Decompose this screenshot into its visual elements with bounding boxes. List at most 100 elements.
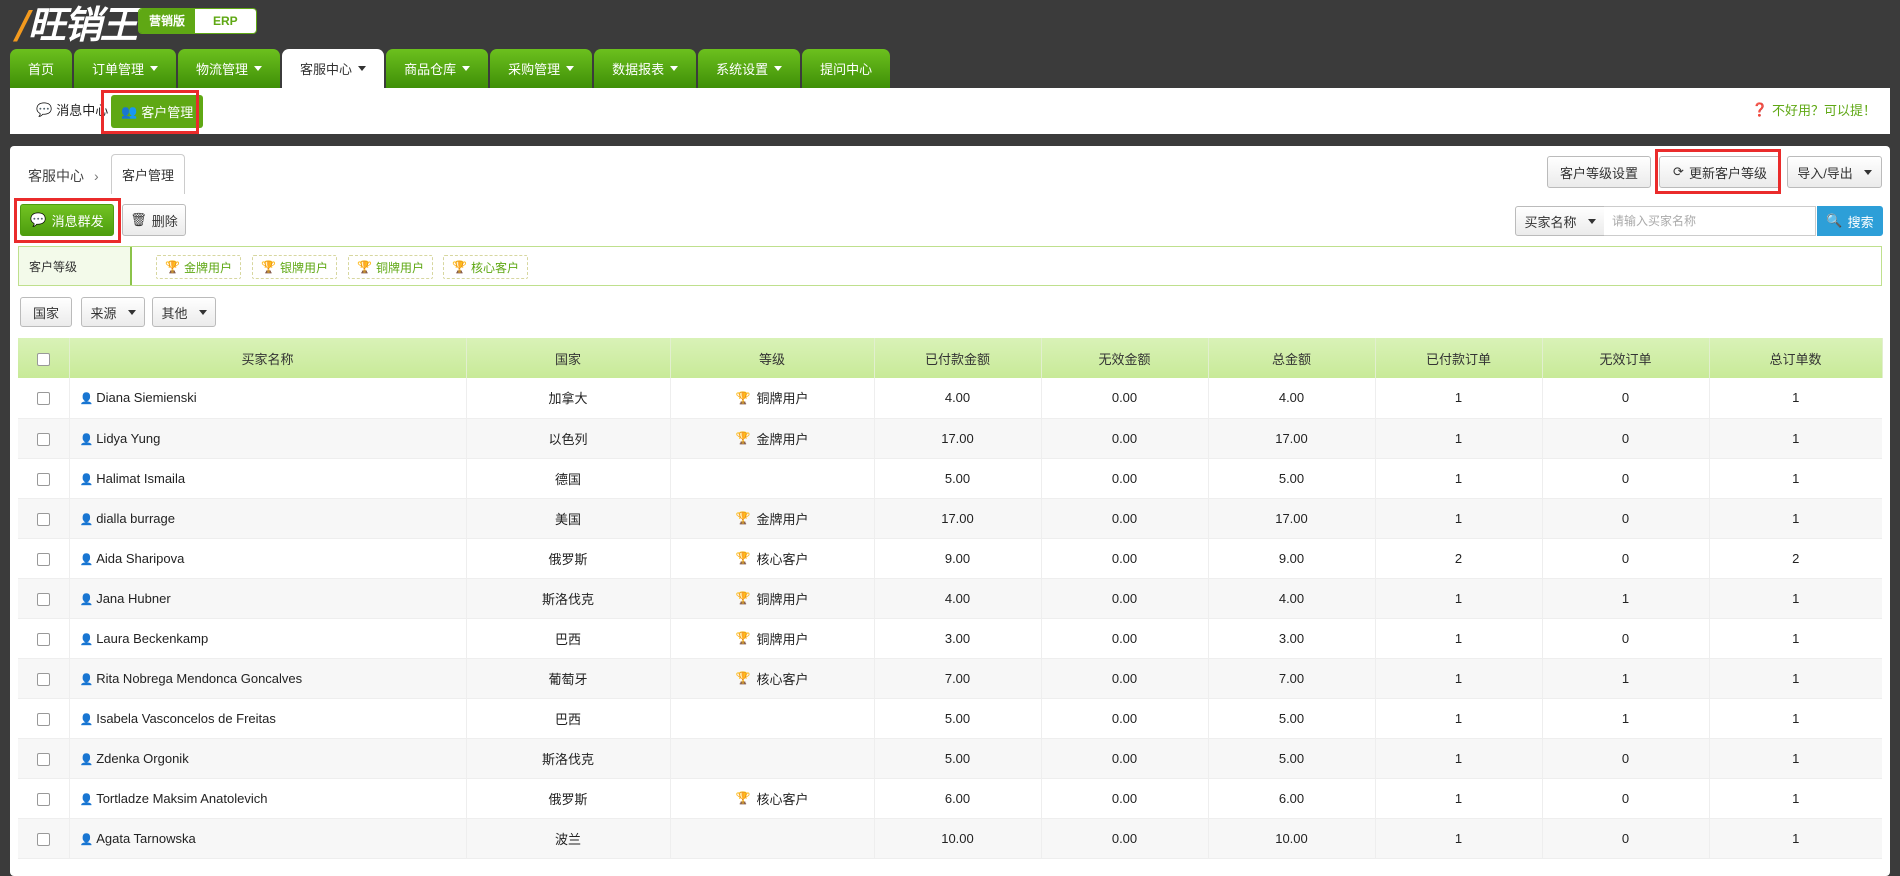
row-checkbox-cell[interactable] [18, 698, 70, 739]
buyer-name[interactable]: Isabela Vasconcelos de Freitas [96, 711, 276, 726]
import-export-button[interactable]: 导入/导出 [1787, 156, 1882, 188]
table-row[interactable]: 👤 dialla burrage 美国 🏆 金牌用户 17.00 0.00 17.00 1 0 1 [18, 498, 1882, 539]
table-row[interactable]: 👤 Zdenka Orgonik 斯洛伐克 5.00 0.00 5.00 1 0 1 [18, 738, 1882, 779]
row-checkbox-cell[interactable] [18, 658, 70, 699]
table-row[interactable]: 👤 Aida Sharipova 俄罗斯 🏆 核心客户 9.00 0.00 9.00 2 0 2 [18, 538, 1882, 579]
select-all-checkbox[interactable] [36, 352, 50, 366]
nav-tab[interactable]: 物流管理 [178, 49, 281, 88]
tab-customer-management[interactable]: 客户管理 [111, 154, 185, 194]
nav-tab[interactable]: 提问中心 [802, 49, 891, 88]
buyer-name[interactable]: Aida Sharipova [96, 551, 184, 566]
level-core-chip[interactable]: 🏆 核心客户 [443, 255, 528, 279]
column-header[interactable]: 等级 [670, 338, 875, 378]
table-cell: 美国 [466, 498, 671, 539]
buyer-name[interactable]: Lidya Yung [96, 431, 160, 446]
row-checkbox[interactable] [36, 632, 50, 646]
table-cell: 0 [1542, 498, 1710, 539]
feedback-link[interactable]: ❓ 不好用？可以提！ [1752, 100, 1876, 119]
trash-icon: 🗑 [130, 212, 147, 227]
table-row[interactable]: 👤 Rita Nobrega Mendonca Goncalves 葡萄牙 🏆 核心客户… [18, 658, 1882, 699]
buyer-name[interactable]: Rita Nobrega Mendonca Goncalves [96, 671, 302, 686]
edition-erp[interactable]: ERP [195, 9, 256, 33]
buyer-name[interactable]: Agata Tarnowska [96, 831, 196, 846]
buyer-name[interactable]: Halimat Ismaila [96, 471, 185, 486]
nav-tab[interactable]: 商品仓库 [386, 49, 489, 88]
buyer-name[interactable]: Jana Hubner [96, 591, 170, 606]
row-checkbox[interactable] [36, 712, 50, 726]
delete-button[interactable]: 🗑 删除 [122, 204, 186, 236]
table-cell: 5.00 [1208, 458, 1376, 499]
nav-tab[interactable]: 数据报表 [594, 49, 697, 88]
buyer-name[interactable]: Zdenka Orgonik [96, 751, 189, 766]
row-checkbox-cell[interactable] [18, 618, 70, 659]
column-header[interactable]: 已付款订单 [1375, 338, 1543, 378]
column-header[interactable]: 总订单数 [1709, 338, 1883, 378]
filter-country-button[interactable]: 国家 [20, 297, 72, 327]
search-field-select[interactable]: 买家名称 [1515, 206, 1605, 236]
row-checkbox[interactable] [36, 832, 50, 846]
nav-tab-label: 客服中心 [300, 62, 353, 77]
column-header[interactable]: 买家名称 [69, 338, 467, 378]
select-all-checkbox-cell[interactable] [18, 338, 70, 378]
level-text: 核心客户 [756, 551, 809, 567]
table-row[interactable]: 👤 Lidya Yung 以色列 🏆 金牌用户 17.00 0.00 17.00 1 0 1 [18, 418, 1882, 459]
level-bronze-chip[interactable]: 🏆 铜牌用户 [348, 255, 433, 279]
column-header[interactable]: 无效订单 [1542, 338, 1710, 378]
buyer-name-search-input[interactable]: 请输入买家名称 [1604, 206, 1816, 236]
row-checkbox[interactable] [36, 752, 50, 766]
table-cell: 1 [1375, 698, 1543, 739]
level-silver-chip[interactable]: 🏆 银牌用户 [252, 255, 337, 279]
table-row[interactable]: 👤 Diana Siemienski 加拿大 🏆 铜牌用户 4.00 0.00 4.00 1 0 1 [18, 378, 1882, 419]
nav-tab[interactable]: 系统设置 [698, 49, 801, 88]
row-checkbox-cell[interactable] [18, 818, 70, 859]
table-row[interactable]: 👤 Jana Hubner 斯洛伐克 🏆 铜牌用户 4.00 0.00 4.00 1 1 1 [18, 578, 1882, 619]
row-checkbox-cell[interactable] [18, 738, 70, 779]
buyer-name[interactable]: Tortladze Maksim Anatolevich [96, 791, 267, 806]
nav-tab[interactable]: 订单管理 [74, 49, 177, 88]
level-settings-button[interactable]: 客户等级设置 [1547, 156, 1651, 188]
buyer-name[interactable]: Laura Beckenkamp [96, 631, 208, 646]
nav-tab[interactable]: 客服中心 [282, 49, 385, 88]
table-row[interactable]: 👤 Agata Tarnowska 波兰 10.00 0.00 10.00 1 0 1 [18, 818, 1882, 859]
column-header[interactable]: 无效金额 [1041, 338, 1209, 378]
nav-tab[interactable]: 采购管理 [490, 49, 593, 88]
row-checkbox-cell[interactable] [18, 778, 70, 819]
nav-tab[interactable]: 首页 [10, 49, 73, 88]
user-icon: 👤 [79, 393, 94, 406]
table-cell: 加拿大 [466, 378, 671, 419]
column-header[interactable]: 已付款金额 [874, 338, 1042, 378]
row-checkbox[interactable] [36, 792, 50, 806]
column-header[interactable]: 国家 [466, 338, 671, 378]
filter-other-button[interactable]: 其他 [152, 297, 216, 327]
buyer-name-cell: 👤 Agata Tarnowska [69, 818, 467, 859]
row-checkbox[interactable] [36, 512, 50, 526]
table-row[interactable]: 👤 Tortladze Maksim Anatolevich 俄罗斯 🏆 核心客户 6.0… [18, 778, 1882, 819]
row-checkbox-cell[interactable] [18, 458, 70, 499]
row-checkbox[interactable] [36, 592, 50, 606]
row-checkbox-cell[interactable] [18, 378, 70, 419]
row-checkbox[interactable] [36, 432, 50, 446]
row-checkbox[interactable] [36, 472, 50, 486]
row-checkbox[interactable] [36, 392, 50, 406]
table-row[interactable]: 👤 Isabela Vasconcelos de Freitas 巴西 5.00 0.0… [18, 698, 1882, 739]
buyer-name[interactable]: dialla burrage [96, 511, 175, 526]
message-center-link[interactable]: 💬 消息中心 [36, 100, 108, 119]
breadcrumb-root[interactable]: 客服中心 [28, 166, 84, 186]
row-checkbox-cell[interactable] [18, 418, 70, 459]
table-row[interactable]: 👤 Halimat Ismaila 德国 5.00 0.00 5.00 1 0 1 [18, 458, 1882, 499]
row-checkbox-cell[interactable] [18, 498, 70, 539]
row-checkbox-cell[interactable] [18, 578, 70, 619]
filter-source-button[interactable]: 来源 [81, 297, 145, 327]
table-row[interactable]: 👤 Laura Beckenkamp 巴西 🏆 铜牌用户 3.00 0.00 3.00 1 0 1 [18, 618, 1882, 659]
table-cell: 1 [1709, 818, 1882, 859]
table-cell: 1 [1709, 658, 1882, 699]
row-checkbox[interactable] [36, 552, 50, 566]
row-checkbox[interactable] [36, 672, 50, 686]
buyer-name[interactable]: Diana Siemienski [96, 390, 196, 405]
column-header[interactable]: 总金额 [1208, 338, 1376, 378]
edition-marketing[interactable]: 营销版 [139, 9, 196, 33]
row-checkbox-cell[interactable] [18, 538, 70, 579]
edition-switch[interactable]: 营销版 ERP [138, 8, 257, 34]
level-gold-chip[interactable]: 🏆 金牌用户 [156, 255, 241, 279]
search-button[interactable]: 🔍 搜索 [1817, 206, 1883, 236]
